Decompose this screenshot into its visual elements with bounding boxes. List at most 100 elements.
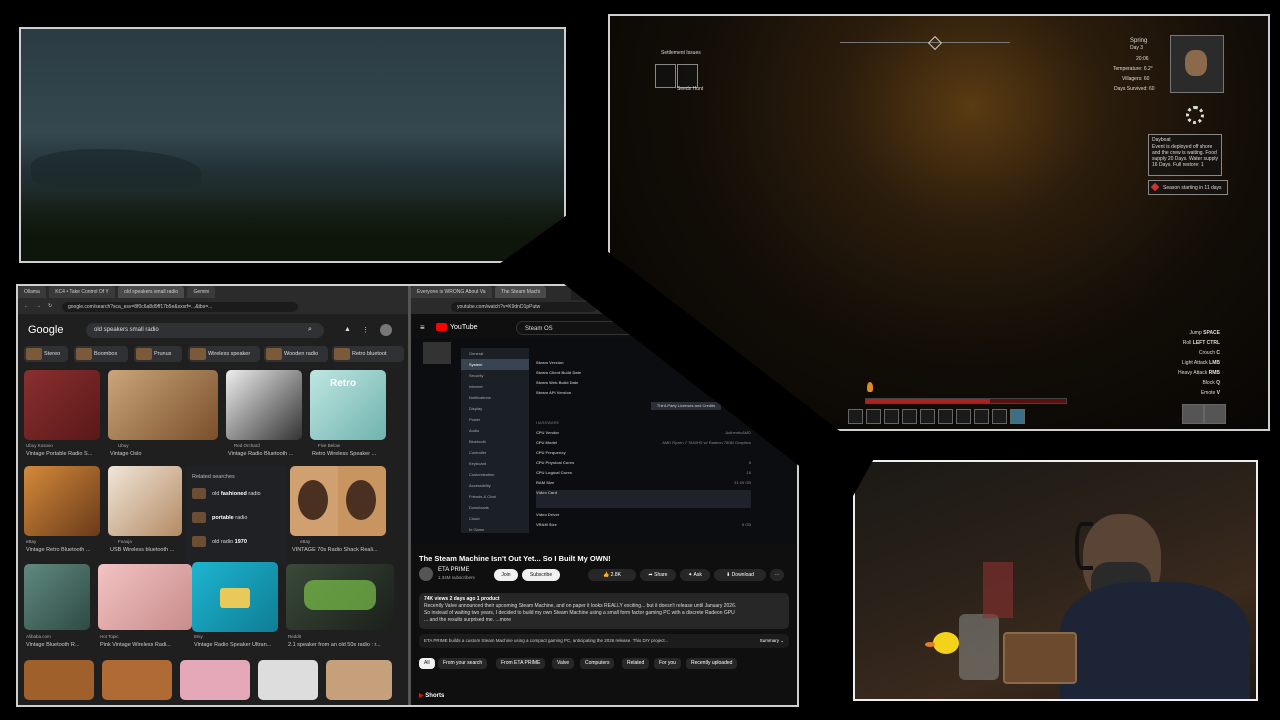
more-actions-icon[interactable]: ⋯ [770,569,784,581]
like-button[interactable]: 👍 2.8K [588,569,636,581]
video-description[interactable]: 74K views 2 days ago 1 product Recently … [419,593,789,629]
chip-from-your-search[interactable]: From your search [438,658,488,669]
ask-button[interactable]: ✦ Ask [680,569,710,581]
issue-card-icon[interactable] [677,64,698,88]
labs-icon[interactable]: ▲ [344,326,351,333]
result-caption[interactable]: Vintage Retro Bluetooth ... [26,547,106,553]
image-result[interactable] [192,562,278,632]
result-source: Ubuy [118,443,129,448]
channel-avatar[interactable] [419,567,433,581]
chip-from-eta-prime[interactable]: From ETA PRIME [496,658,546,669]
steam-menu-item: Bluetooth [469,439,486,444]
google-url-field[interactable]: google.com/search?sca_esv=8f0c6a8d9ff17b… [62,302,298,312]
forward-icon[interactable]: → [36,303,41,309]
steam-menu-item: General [469,351,484,356]
hotbar-slot[interactable] [974,409,989,424]
chip-for-you[interactable]: For you [654,658,681,669]
season-label: Spring [1130,38,1148,44]
chip-related[interactable]: Related [622,658,650,669]
menu-icon[interactable]: ≡ [420,323,425,332]
tab-kc4[interactable]: KC4 • Take Control Of Y [49,286,115,298]
image-result[interactable] [286,564,394,630]
chip-prunus[interactable]: Prunus [134,346,182,362]
issue-card-icon[interactable] [655,64,676,88]
image-result[interactable] [24,466,100,536]
hotbar-slot[interactable] [956,409,971,424]
result-source: Red Orchard [234,443,260,448]
chip-stereo[interactable]: Stereo [24,346,68,362]
google-search-input[interactable]: old speakers small radio [86,323,324,338]
image-result[interactable] [24,660,94,700]
image-result[interactable] [108,370,218,440]
join-button[interactable]: Join [494,569,518,581]
chip-valve[interactable]: Valve [552,658,575,669]
hotbar-slot[interactable] [992,409,1007,424]
hotbar-slot[interactable] [938,409,953,424]
tab-gemini[interactable]: Gemini [187,286,216,298]
image-result[interactable] [108,466,182,536]
share-button[interactable]: ➦ Share [640,569,676,581]
result-caption[interactable]: Retro Wireless Speaker ... [312,451,392,457]
result-caption[interactable]: Pink Vintage Wireless Radi... [100,642,192,648]
image-result[interactable] [102,660,172,700]
chip-recently-uploaded[interactable]: Recently uploaded [686,658,738,669]
image-result[interactable] [290,466,386,536]
hotbar-slot[interactable] [848,409,863,424]
chip-all[interactable]: All [419,658,435,669]
chip-boombox[interactable]: Boombox [74,346,128,362]
channel-name[interactable]: ETA PRIME [438,567,470,573]
google-logo[interactable]: Google [28,324,63,336]
tab-everyone-wrong[interactable]: Everyone is WRONG About Va [411,286,492,298]
ai-summary[interactable]: ETA PRIME builds a custom Steam Machine … [419,634,789,648]
result-caption[interactable]: Vintage Oslo [110,451,210,457]
avatar[interactable] [380,324,392,336]
related-search-item[interactable]: portable radio [192,512,247,523]
youtube-logo[interactable]: YouTube [436,323,478,331]
tab-google-search[interactable]: old speakers small radio [118,286,185,298]
reload-icon[interactable]: ↻ [48,303,52,309]
result-caption[interactable]: USB Wireless bluetooth ... [110,547,184,553]
download-button[interactable]: ⬇ Download [714,569,766,581]
image-result[interactable] [326,660,392,700]
image-result[interactable] [226,370,302,440]
gear-icon[interactable] [1186,106,1204,124]
summary-toggle[interactable]: Summary ⌄ [760,638,784,644]
result-caption[interactable]: 2.1 speaker from an old 50s radio : r... [288,642,398,648]
related-search-item[interactable]: old fashioned radio [192,488,261,499]
steam-menu-item: Audio [469,428,480,433]
equipment-slot[interactable] [1204,404,1226,424]
back-icon[interactable]: ← [24,303,29,309]
result-caption[interactable]: Vintage Bluetooth R... [26,642,94,648]
result-caption[interactable]: Vintage Radio Speaker Ultran... [194,642,280,648]
image-result[interactable]: Retro [310,370,386,440]
result-caption[interactable]: VINTAGE 70s Radio Shack Reali... [292,547,384,553]
image-result[interactable] [24,564,90,630]
equipment-slot[interactable] [1182,404,1204,424]
tab-steam-machine[interactable]: The Steam Machi [494,286,547,298]
related-search-item[interactable]: old radio 1970 [192,536,247,547]
chip-wooden-radio[interactable]: Wooden radio [264,346,328,362]
image-result[interactable] [98,564,192,630]
image-result[interactable] [180,660,250,700]
hotbar-slot[interactable] [866,409,881,424]
result-caption[interactable]: Vintage Radio Bluetooth ... [228,451,308,457]
image-result[interactable] [258,660,318,700]
hotbar-slot[interactable] [884,409,899,424]
chip-computers[interactable]: Computers [580,658,615,669]
tab-ollama[interactable]: Ollama [18,286,46,298]
steam-row: Steam Client Build Date [536,370,582,375]
hotbar-slot[interactable] [1010,409,1025,424]
chip-retro-bluetooth[interactable]: Retro bluetoot [332,346,404,362]
image-result[interactable] [24,370,100,440]
steam-menu-item: Accessibility [469,483,491,488]
hotbar-slot[interactable] [902,409,917,424]
subscribe-button[interactable]: Subscribe [522,569,560,581]
result-caption[interactable]: Vintage Portable Radio S... [26,451,104,457]
youtube-url-field[interactable]: youtube.com/watch?v=K9dnD1pPutw [451,302,597,312]
search-icon[interactable]: ⌕ [308,326,312,334]
apps-grid-icon[interactable]: ⋮ [362,326,369,334]
chip-wireless-speaker[interactable]: Wireless speaker [188,346,260,362]
minimap[interactable] [1170,35,1224,93]
video-player[interactable]: General System Security Internet Notific… [411,338,796,544]
hotbar-slot[interactable] [920,409,935,424]
